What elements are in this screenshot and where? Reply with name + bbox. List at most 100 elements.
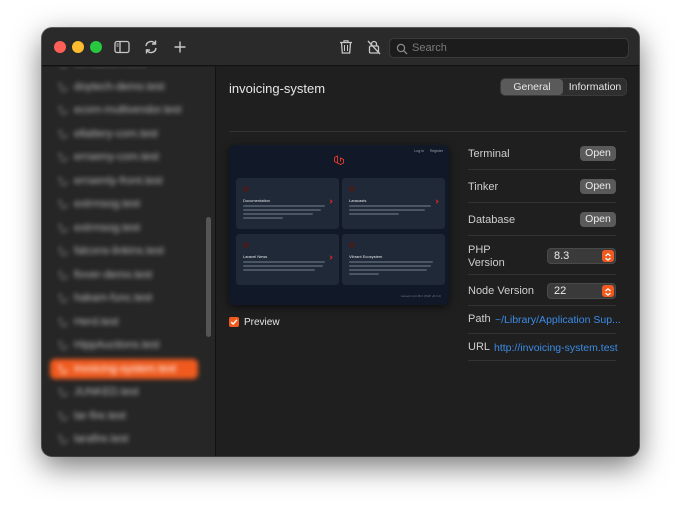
zoom-window-button[interactable]: [90, 41, 102, 53]
php-version-label: PHP Version: [468, 244, 505, 269]
tile-text-line: [349, 273, 379, 275]
row-divider: [468, 169, 616, 170]
search-icon: [396, 42, 408, 55]
row-divider: [468, 333, 616, 334]
tile-icon: [243, 186, 249, 192]
tile-text-line: [349, 269, 427, 271]
node-version-value: 22: [554, 285, 567, 297]
database-label: Database: [468, 214, 516, 226]
site-link-icon: [56, 269, 68, 281]
tile-text-line: [349, 205, 431, 207]
sidebar-toggle-icon[interactable]: [112, 37, 132, 57]
open-tinker-button[interactable]: Open: [580, 179, 616, 194]
sidebar-site-label: extrmsog.test: [74, 198, 141, 210]
preview-tile: Vibrant Ecosystem: [342, 234, 445, 285]
tile-text-line: [349, 213, 399, 215]
sidebar-site-item[interactable]: Herd.test: [50, 312, 198, 332]
open-terminal-button[interactable]: Open: [580, 146, 616, 161]
sidebar-site-label: Herd.test: [74, 315, 119, 328]
tab-general[interactable]: General: [501, 79, 563, 95]
row-divider: [468, 202, 616, 203]
site-link-icon: [56, 316, 68, 328]
sidebar-site-item[interactable]: JUNKED.test: [50, 382, 198, 402]
sidebar-site-item[interactable]: invoicing-system.test: [50, 358, 198, 379]
path-link[interactable]: ~/Library/Application Sup...: [495, 314, 621, 326]
site-link-icon: [56, 363, 68, 375]
site-link-icon: [56, 222, 68, 234]
open-database-button[interactable]: Open: [580, 212, 616, 227]
sidebar-site-item[interactable]: extrmsog.test: [50, 218, 198, 238]
url-link[interactable]: http://invoicing-system.test: [494, 342, 618, 354]
tile-title: Laravel News: [243, 254, 268, 259]
sidebar-site-item[interactable]: fivver-demo.test: [50, 265, 198, 285]
terminal-label: Terminal: [468, 148, 510, 160]
sidebar-site-label: HippAuctions.test: [74, 339, 160, 351]
unsecure-lock-icon[interactable]: [364, 37, 384, 57]
tile-arrow-icon: [328, 255, 333, 260]
sidebar-site-item[interactable]: errsemly-front.test: [50, 171, 198, 191]
node-version-label: Node Version: [468, 285, 535, 297]
sidebar-scrollbar[interactable]: [206, 217, 211, 337]
php-version-select[interactable]: 8.3: [547, 248, 616, 264]
plus-icon[interactable]: [170, 37, 190, 57]
minimize-window-button[interactable]: [72, 41, 84, 53]
sidebar-site-label: fivver-demo.test: [74, 268, 153, 281]
sidebar-site-label: domaction.test: [74, 67, 146, 69]
row-divider: [468, 305, 616, 306]
sidebar-site-item[interactable]: lar-fire.test: [50, 406, 198, 426]
preview-tile: Laracasts: [342, 178, 445, 229]
sidebar-site-item[interactable]: extrmsog.test: [50, 194, 198, 214]
tile-icon: [349, 186, 355, 192]
laravel-logo-icon: [333, 154, 345, 166]
refresh-icon[interactable]: [141, 37, 161, 57]
path-label: Path: [468, 313, 491, 325]
site-link-icon: [56, 386, 68, 398]
sidebar-site-item[interactable]: hakam-func.test: [50, 288, 198, 308]
site-link-icon: [56, 410, 68, 422]
tile-text-line: [243, 265, 323, 267]
sidebar-site-item[interactable]: HippAuctions.test: [50, 335, 198, 355]
site-link-icon: [56, 433, 68, 445]
row-divider: [468, 360, 616, 361]
site-preview-thumbnail: Log in Register Documentation Laracasts: [229, 145, 449, 305]
tile-arrow-icon: [328, 199, 333, 204]
sidebar-site-label: larafire.test: [74, 433, 129, 445]
sidebar-site-item[interactable]: errsemy-com.test: [50, 147, 198, 167]
app-window: domaction.test doytech-demo.test ecom-mult…: [42, 28, 639, 456]
row-divider: [468, 235, 616, 236]
sidebar-site-item[interactable]: ellattery-com.test: [50, 124, 198, 144]
tile-text-line: [243, 213, 313, 215]
sidebar-site-item[interactable]: falcons-linkins.test: [50, 241, 198, 261]
tile-arrow-icon: [434, 199, 439, 204]
sidebar-site-item[interactable]: larafire.test: [50, 429, 198, 449]
search-input[interactable]: [412, 40, 622, 56]
preview-register-link: Register: [429, 149, 443, 153]
site-link-icon: [56, 104, 68, 116]
site-link-icon: [56, 245, 68, 257]
site-title: invoicing-system: [229, 81, 326, 96]
sidebar-site-label: errsemy-com.test: [74, 151, 159, 163]
trash-icon[interactable]: [336, 37, 356, 57]
tab-information[interactable]: Information: [564, 79, 626, 95]
sidebar-site-item[interactable]: ecom-multivendor.test: [50, 100, 198, 120]
site-link-icon: [56, 128, 68, 140]
main-panel: invoicing-system General Information Log…: [217, 67, 639, 456]
url-label: URL: [468, 341, 491, 353]
close-window-button[interactable]: [54, 41, 66, 53]
tile-icon: [243, 242, 249, 248]
search-field[interactable]: [389, 38, 629, 58]
header-divider: [229, 131, 627, 132]
sidebar-site-item[interactable]: domaction.test: [50, 67, 198, 73]
sidebar-site-label: invoicing-system.test: [74, 362, 177, 375]
tile-text-line: [243, 205, 325, 207]
sidebar-site-label: ellattery-com.test: [74, 127, 158, 140]
titlebar: [42, 28, 639, 66]
sidebar-site-label: falcons-linkins.test: [74, 245, 164, 257]
preview-footer: Laravel v10.48.4 (PHP v8.3.4): [400, 294, 441, 298]
chevron-up-down-icon: [602, 250, 614, 262]
sidebar-site-item[interactable]: doytech-demo.test: [50, 77, 198, 97]
site-link-icon: [56, 67, 68, 69]
tile-icon: [349, 242, 355, 248]
preview-checkbox[interactable]: [229, 317, 239, 327]
node-version-select[interactable]: 22: [547, 283, 616, 299]
